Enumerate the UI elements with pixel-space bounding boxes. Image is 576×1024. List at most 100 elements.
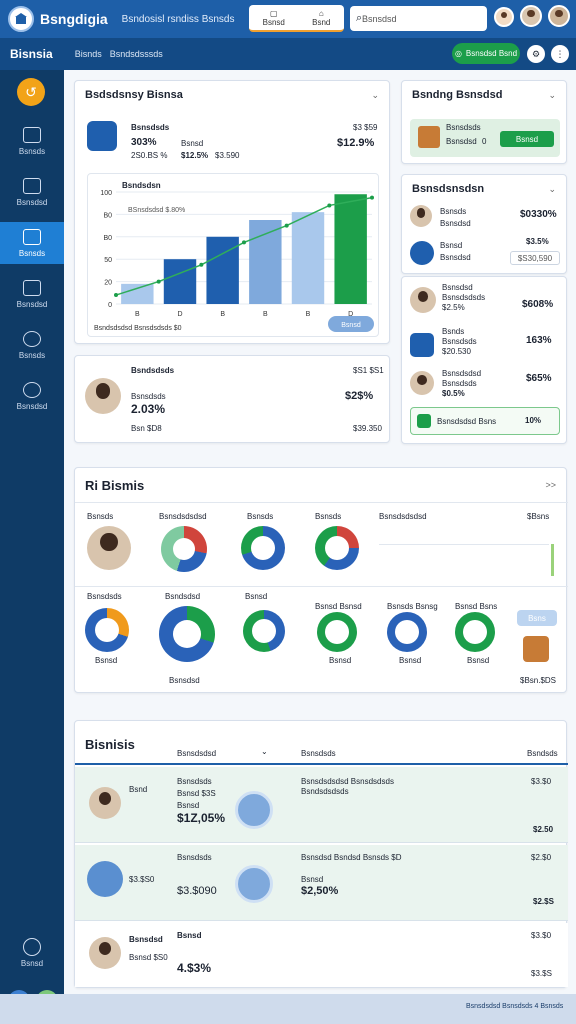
coin-icon [235,791,273,829]
user-avatar-secondary[interactable] [548,5,570,27]
x-tick-label: B [135,311,140,318]
table-row[interactable]: Bsnsdsd Bsnsd $S0 Bsnsd 4.$3% $3.$0 $3.$… [75,923,568,987]
row-desc2: Bsndsdsdsds [301,787,349,796]
chart-area: Bsndsdsn BSnsdsdsd $.80% 100 B0 B0 50 20 0 B D B B B… [87,173,379,337]
entity-sub2: Bsnsd [181,139,204,148]
list-footer[interactable]: Bsnsdsdsd Bsns 10% [410,407,560,435]
row-sub: Bsnsd $S0 [129,953,168,962]
balance-panel: Bsnsdsds Bsnsdsd 0 Bsnsd [410,119,560,157]
side-button[interactable]: Bsns [517,610,557,626]
donut-chart[interactable] [455,612,495,652]
sidebar-item-1[interactable]: Bsnsds [0,120,64,162]
settings-icon[interactable]: ⚙ [527,45,545,63]
divider [75,586,568,587]
tab-secondary[interactable]: ⌂ Bsnd [312,9,330,27]
row-avatar[interactable] [89,937,121,969]
sort-icon[interactable]: ⌄ [261,747,268,756]
middle-foot-left: Bsnsdsd [169,676,200,685]
breadcrumb-item[interactable]: Bisnds [75,49,102,59]
bar [291,212,325,304]
check-icon [417,414,431,428]
middle-avatar[interactable] [87,526,131,570]
chevron-down-icon[interactable]: ⌄ [548,90,556,101]
notification-avatar[interactable] [494,7,514,27]
divider [379,544,549,545]
middle-label: Bsnsdsdsdsd [379,512,427,521]
row-extra: Bsnsd $3S [177,789,216,798]
sidebar-item-5[interactable]: Bsnsds [0,324,64,366]
balance-title: Bsndng Bsnsdsd [412,89,503,101]
row-pct: $3.$090 [177,885,217,897]
bottom-title: Bisnisis [85,737,135,752]
profile-right-label: $S1 $S1 [353,366,384,375]
balance-value: 0 [482,137,487,146]
column-header[interactable]: Bsnsdsdsd [177,749,216,758]
list-avatar[interactable] [410,371,434,395]
sidebar-item-4[interactable]: Bsnsdsd [0,273,64,315]
middle-card: Ri Bismis >> Bsnsds Bsnsdsdsdsd Bsnsds Bs… [74,467,568,693]
wallet-icon [418,126,440,148]
gear-icon [235,865,273,903]
dashboard-logo-icon[interactable]: ↺ [17,78,45,106]
column-header[interactable]: Bsnsdsds [301,749,336,758]
middle-label: Bsnsds [247,512,274,521]
sidebar-item-3[interactable]: Bsnsds [0,222,64,264]
entity-amt: $3.590 [215,151,240,160]
x-tick-label: D [177,311,182,318]
table-row[interactable]: Bsnd Bsnsdsds Bsnsd Bsnsd $3S $1Z,05% Bs… [75,767,568,843]
user-avatar[interactable] [520,5,542,27]
profile-avatar[interactable] [85,378,121,414]
row-avatar[interactable] [89,787,121,819]
row-pct: 4.$3% [177,961,212,975]
entity-pct: 303% [131,137,157,148]
row-name: Bsnd [129,785,148,794]
tab-primary[interactable]: ▢ Bsnsd [263,9,285,27]
table-row[interactable]: $3.$S0 Bsnsdsds $3.$090 Bsnsdsd Bsndsd B… [75,845,568,921]
balance-card: Bsndng Bsnsdsd ⌄ Bsnsdsds Bsnsdsd 0 Bsnsd [401,80,567,164]
overview-card: Bsdsdsnsy Bisnsa ⌄ Bsnsdsds 303% Bsnsd 2S… [74,80,390,344]
list-icon [325,536,349,560]
gear-icon [23,381,41,398]
list-name: Bsnds [442,327,465,336]
row-r1: $2.$0 [531,853,552,862]
middle-sub: Bsnsd [467,656,490,665]
transaction-sub: Bsnsdsd [440,219,471,228]
donut-chart[interactable] [243,610,285,652]
list-avatar[interactable] [410,287,436,313]
trend-point [242,240,246,245]
donut-chart[interactable] [315,526,359,570]
sidebar-item-6[interactable]: Bsnsdsd [0,375,64,417]
grid-icon [23,126,41,143]
transaction-amount-field[interactable]: $S30,590 [510,251,560,265]
search-input[interactable]: ⌕ Bsnsdsd [350,6,487,31]
middle-label: Bsnsdsdsdsd [159,512,207,521]
bottom-card: Bisnisis Bsnsdsdsd ⌄ Bsnsdsds Bsndsds Bs… [74,720,568,988]
x-tick-label: B [220,311,225,318]
header-nav-text[interactable]: Bsndosisl rsndiss Bsnsds [122,14,235,25]
donut-chart[interactable] [317,612,357,652]
donut-chart[interactable] [241,526,285,570]
balance-button[interactable]: Bsnsd [500,131,554,147]
profile-foot-right: $39.350 [353,424,382,433]
help-icon [23,938,41,956]
app-logo-icon[interactable] [8,6,34,32]
more-icon[interactable]: ⋮ [551,45,569,63]
chevron-down-icon[interactable]: ⌄ [371,90,379,101]
breadcrumb-item[interactable]: Bsndsdsssds [110,49,163,59]
chevron-down-icon[interactable]: ⌄ [548,184,556,195]
donut-chart[interactable] [85,608,129,652]
donut-chart[interactable] [159,606,215,662]
sidebar-item-2[interactable]: Bsnsdsd [0,171,64,213]
sidebar-help[interactable]: Bsnsd [0,938,64,968]
bank-icon [173,620,201,648]
expand-icon[interactable]: >> [545,480,556,490]
transaction-avatar[interactable] [410,205,432,227]
donut-chart[interactable] [161,526,207,572]
donut-chart[interactable] [387,612,427,652]
primary-action-button[interactable]: ◎ Bsnsdsd Bsnd [452,43,520,64]
balance-label2: Bsnsdsd [446,137,477,146]
bar [249,220,282,304]
y-tick-label: 0 [108,302,112,309]
row-extra: $3.$S0 [129,875,155,884]
column-header[interactable]: Bsndsds [527,749,558,758]
